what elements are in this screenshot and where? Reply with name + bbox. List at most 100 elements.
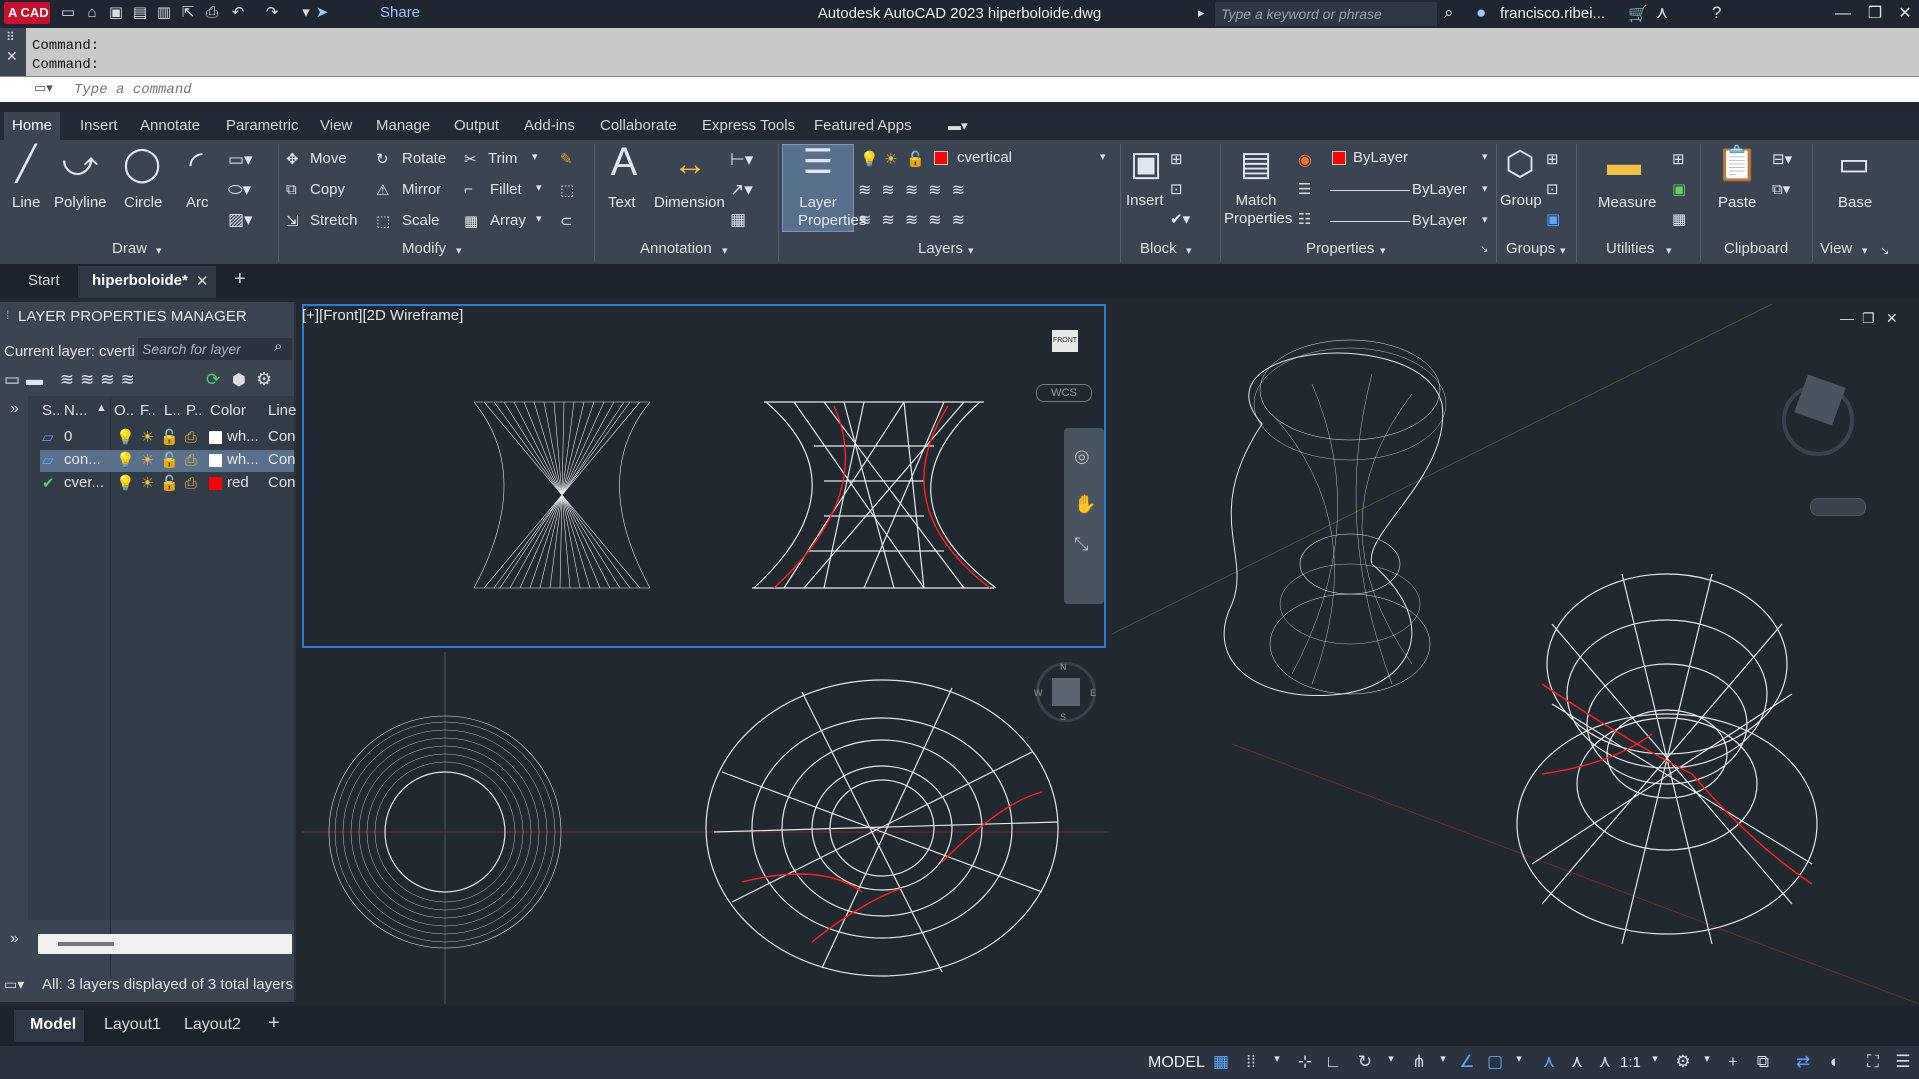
user-account[interactable]: francisco.ribei... xyxy=(1500,5,1605,22)
tab-start[interactable]: Start xyxy=(28,272,60,289)
insert-button[interactable]: Insert xyxy=(1126,192,1164,209)
layer-filter-status-icon[interactable]: ▭▾ xyxy=(4,976,24,993)
new-tab-icon[interactable]: + xyxy=(234,268,246,291)
tab-annotate[interactable]: Annotate xyxy=(132,112,208,140)
units-icon[interactable]: ⧉ xyxy=(1752,1052,1774,1072)
chevron-down-icon[interactable]: ▾ xyxy=(1560,244,1566,257)
cart-icon[interactable]: 🛒 xyxy=(1628,4,1648,24)
share-icon[interactable]: ➤ xyxy=(312,4,332,22)
viewport-restore-icon[interactable]: ❐ xyxy=(1862,310,1875,327)
polyline-button[interactable]: Polyline xyxy=(54,194,107,211)
mirror-icon[interactable]: ⚠ xyxy=(376,181,389,199)
rectangle-icon[interactable]: ▭▾ xyxy=(228,150,253,170)
chevron-down-icon[interactable]: ▾ xyxy=(1100,150,1106,163)
fillet-button[interactable]: Fillet xyxy=(490,181,522,198)
workspace-dropdown-icon[interactable]: ▾ xyxy=(1696,1052,1718,1065)
ellipse-icon[interactable]: ⬭▾ xyxy=(228,180,251,200)
match-properties-icon[interactable]: ▤ xyxy=(1236,144,1276,184)
chevron-down-icon[interactable]: ▾ xyxy=(1666,244,1672,257)
scale-icon[interactable]: ⬚ xyxy=(376,212,390,230)
layer-filter-icon[interactable]: ⬢ xyxy=(232,370,246,390)
layer-status-icon[interactable]: ▱ xyxy=(42,451,54,469)
viewport-close-icon[interactable]: ✕ xyxy=(1886,310,1898,327)
edit-attributes-icon[interactable]: ✔▾ xyxy=(1170,210,1190,228)
leader-icon[interactable]: ↗▾ xyxy=(730,180,753,200)
panel-title-annotation[interactable]: Annotation xyxy=(640,240,712,257)
circle-icon[interactable]: ◯ xyxy=(120,144,164,184)
dialog-launcher-icon[interactable]: ↘ xyxy=(1480,244,1488,255)
compass-s[interactable]: S xyxy=(1060,712,1066,722)
col-freeze[interactable]: F.. xyxy=(140,402,156,419)
chevron-down-icon[interactable]: ▾ xyxy=(156,244,162,257)
model-space-toggle[interactable]: MODEL xyxy=(1148,1054,1205,1072)
command-input[interactable] xyxy=(74,80,1874,100)
calculator-icon[interactable]: ▦ xyxy=(1672,210,1686,228)
edit-block-icon[interactable]: ⊡ xyxy=(1170,180,1183,198)
fillet-icon[interactable]: ⌐ xyxy=(464,181,473,198)
cut-icon[interactable]: ⊟▾ xyxy=(1772,150,1792,168)
share-button[interactable]: Share xyxy=(380,4,420,21)
autodesk-a360-icon[interactable]: ⋏ xyxy=(1656,3,1668,23)
layer-dropdown[interactable]: cvertical xyxy=(930,146,1116,170)
tab-parametric[interactable]: Parametric xyxy=(218,112,307,140)
tab-layout2[interactable]: Layout2 xyxy=(184,1016,241,1034)
circle-button[interactable]: Circle xyxy=(124,194,162,211)
layer-color-swatch[interactable] xyxy=(209,454,222,467)
clean-screen-icon[interactable]: ⛶ xyxy=(1862,1052,1884,1072)
layer-tools-row1-icon[interactable]: ≋≋≋≋≋ xyxy=(858,180,975,200)
measure-icon[interactable]: ▬ xyxy=(1604,144,1644,184)
polar-icon[interactable]: ↻ xyxy=(1354,1052,1376,1072)
search-icon[interactable]: ⌕ xyxy=(274,338,282,355)
polyline-icon[interactable]: ⤻ xyxy=(58,144,102,184)
layer-thaw-icon[interactable]: ☀ xyxy=(884,150,897,168)
layer-linetype[interactable]: Con xyxy=(268,428,296,445)
quick-select-icon[interactable]: ▣ xyxy=(1672,180,1686,198)
settings-gear-icon[interactable]: ⚙ xyxy=(256,369,272,390)
col-name[interactable]: N... xyxy=(64,402,87,419)
offset-icon[interactable]: ⊂ xyxy=(560,212,573,230)
trim-button[interactable]: Trim xyxy=(488,150,517,167)
annotation-monitor-icon[interactable]: + xyxy=(1722,1052,1744,1072)
insert-block-icon[interactable]: ▣ xyxy=(1126,144,1166,184)
workspace-gear-icon[interactable]: ⚙ xyxy=(1672,1052,1694,1072)
panel-title-modify[interactable]: Modify xyxy=(402,240,446,257)
linetype-dropdown[interactable]: ByLayer xyxy=(1412,181,1467,198)
viewcube-front[interactable]: FRONT xyxy=(1052,330,1078,352)
save-as-icon[interactable]: ▤ xyxy=(130,4,150,22)
close-icon[interactable]: ✕ xyxy=(1892,3,1918,25)
line-button[interactable]: Line xyxy=(12,194,40,211)
restore-icon[interactable]: ❐ xyxy=(1862,3,1888,25)
object-snap-dropdown-icon[interactable]: ▾ xyxy=(1508,1052,1530,1065)
expand-icon[interactable]: » xyxy=(10,930,19,948)
viewport-minimize-icon[interactable]: — xyxy=(1840,310,1854,326)
layer-color-swatch[interactable] xyxy=(209,477,222,490)
tab-manage[interactable]: Manage xyxy=(368,112,438,140)
object-snap-icon[interactable]: ▢ xyxy=(1484,1052,1506,1072)
redo-icon[interactable]: ↷ xyxy=(262,4,282,22)
infer-constraints-icon[interactable]: ⊹ xyxy=(1294,1052,1316,1072)
tab-view[interactable]: View xyxy=(312,112,360,140)
refresh-icon[interactable]: ⟳ xyxy=(206,370,220,390)
compass-e[interactable]: E xyxy=(1090,688,1096,698)
expand-filters-icon[interactable]: » xyxy=(10,400,19,418)
base-view-icon[interactable]: ▭ xyxy=(1834,144,1874,184)
group-button[interactable]: Group xyxy=(1500,192,1542,209)
tab-express-tools[interactable]: Express Tools xyxy=(694,112,803,140)
panel-title-groups[interactable]: Groups xyxy=(1506,240,1555,257)
table-icon[interactable]: ▦ xyxy=(730,210,746,230)
ortho-icon[interactable]: ∟ xyxy=(1322,1052,1344,1072)
layer-toggles-icons[interactable]: 💡☀🔓⎙ xyxy=(116,474,203,492)
tab-home[interactable]: Home xyxy=(4,112,61,140)
array-dropdown-icon[interactable]: ▾ xyxy=(536,212,542,225)
quick-properties-icon[interactable]: ⇄ xyxy=(1792,1052,1814,1072)
chevron-down-icon[interactable]: ▾ xyxy=(1482,213,1488,226)
tab-insert[interactable]: Insert xyxy=(72,112,126,140)
wcs-menu-3d[interactable] xyxy=(1810,498,1866,516)
copy-clip-icon[interactable]: ⧉▾ xyxy=(1772,180,1790,198)
file-tab-label[interactable]: hiperboloide* xyxy=(92,272,188,289)
annotation-scale-value[interactable]: 1:1 xyxy=(1620,1054,1641,1071)
rotate-icon[interactable]: ↻ xyxy=(376,150,389,168)
layer-name[interactable]: con... xyxy=(64,451,101,468)
new-file-icon[interactable]: ▭ xyxy=(58,4,78,22)
layer-color-name[interactable]: wh... xyxy=(227,451,259,468)
